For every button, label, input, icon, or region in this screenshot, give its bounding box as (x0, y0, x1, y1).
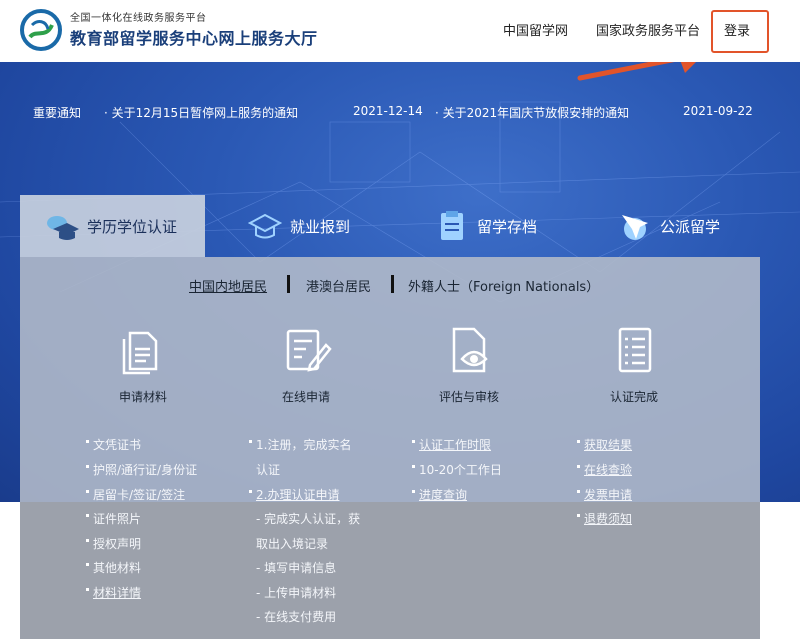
header: 全国一体化在线政务服务平台 教育部留学服务中心网上服务大厅 中国留学网 国家政务… (0, 0, 800, 62)
list-item: 1.注册，完成实名 (249, 436, 351, 453)
service-tabs: 学历学位认证 就业报到 留学存档 公派留学 (20, 195, 760, 257)
notice-item-1-title[interactable]: 关于12月15日暂停网上服务的通知 (112, 106, 299, 120)
nav-gov-platform-link[interactable]: 国家政务服务平台 (596, 20, 700, 39)
archive-icon (441, 211, 463, 240)
step-online-apply-label: 在线申请 (282, 390, 331, 404)
notice-bar: 重要通知 · 关于12月15日暂停网上服务的通知 2021-12-14 · 关于… (0, 95, 800, 127)
tab-state-sponsored[interactable]: 公派留学 (618, 195, 758, 257)
refund-notice-link[interactable]: 退费须知 (577, 510, 632, 527)
step-complete-label: 认证完成 (610, 390, 659, 404)
list-item: 取出入境记录 (256, 537, 329, 551)
tab-employment-registration[interactable]: 就业报到 (248, 195, 398, 257)
resident-mainland-link[interactable]: 中国内地居民 (189, 276, 267, 295)
list-item: 授权声明 (86, 535, 141, 552)
site-logo-icon[interactable] (20, 9, 62, 51)
resident-separator (391, 275, 394, 293)
airplane-globe-icon (622, 215, 648, 240)
tab-employment-label: 就业报到 (290, 217, 351, 236)
notice-item-1[interactable]: · 关于12月15日暂停网上服务的通知 (104, 104, 298, 121)
graduation-cap-icon (47, 216, 79, 240)
nav-cscse-link[interactable]: 中国留学网 (503, 20, 568, 39)
tab-degree-certification[interactable]: 学历学位认证 (20, 195, 205, 257)
list-item: 文凭证书 (86, 436, 141, 453)
red-arrow-annotation (577, 62, 696, 81)
notice-label: 重要通知 (33, 106, 82, 120)
list-item: 10-20个工作日 (412, 461, 502, 478)
resident-separator (287, 275, 290, 293)
step-materials-label: 申请材料 (119, 390, 168, 404)
mortarboard-icon (248, 213, 282, 239)
list-item: 证件照片 (86, 510, 141, 527)
document-eye-icon (452, 327, 488, 373)
notice-item-2-title[interactable]: 关于2021年国庆节放假安排的通知 (443, 106, 630, 120)
logo-subtitle: 全国一体化在线政务服务平台 (70, 13, 207, 24)
tab-archive-label: 留学存档 (477, 217, 538, 236)
resident-foreign-link[interactable]: 外籍人士（Foreign Nationals） (408, 276, 599, 295)
online-verify-link[interactable]: 在线查验 (577, 461, 632, 478)
step-review-label: 评估与审核 (439, 390, 500, 404)
list-item: 认证 (256, 463, 281, 477)
documents-icon (122, 331, 158, 375)
progress-query-link[interactable]: 进度查询 (412, 486, 467, 503)
resident-hmt-link[interactable]: 港澳台居民 (306, 276, 371, 295)
apply-certification-link[interactable]: 2.办理认证申请 (249, 486, 339, 503)
list-item: 其他材料 (86, 559, 141, 576)
list-item: - 上传申请材料 (256, 586, 337, 600)
get-result-link[interactable]: 获取结果 (577, 436, 632, 453)
notice-item-1-date: 2021-12-14 (353, 104, 423, 118)
login-button[interactable]: 登录 (724, 20, 750, 39)
checklist-icon (618, 327, 652, 373)
notice-item-2[interactable]: · 关于2021年国庆节放假安排的通知 (435, 104, 629, 121)
notice-item-2-date: 2021-09-22 (683, 104, 753, 118)
tab-degree-label: 学历学位认证 (87, 217, 178, 236)
list-item: - 在线支付费用 (256, 610, 337, 624)
form-pen-icon (286, 329, 332, 372)
list-item: 居留卡/签证/签注 (86, 486, 185, 503)
invoice-request-link[interactable]: 发票申请 (577, 486, 632, 503)
tab-sponsored-label: 公派留学 (660, 217, 721, 236)
materials-detail-link[interactable]: 材料详情 (86, 584, 141, 601)
list-item: - 填写申请信息 (256, 561, 337, 575)
list-item: - 完成实人认证，获 (256, 512, 361, 526)
tab-study-archive[interactable]: 留学存档 (435, 195, 585, 257)
logo-title[interactable]: 教育部留学服务中心网上服务大厅 (70, 25, 318, 49)
work-time-limit-link[interactable]: 认证工作时限 (412, 436, 491, 453)
list-item: 护照/通行证/身份证 (86, 461, 197, 478)
